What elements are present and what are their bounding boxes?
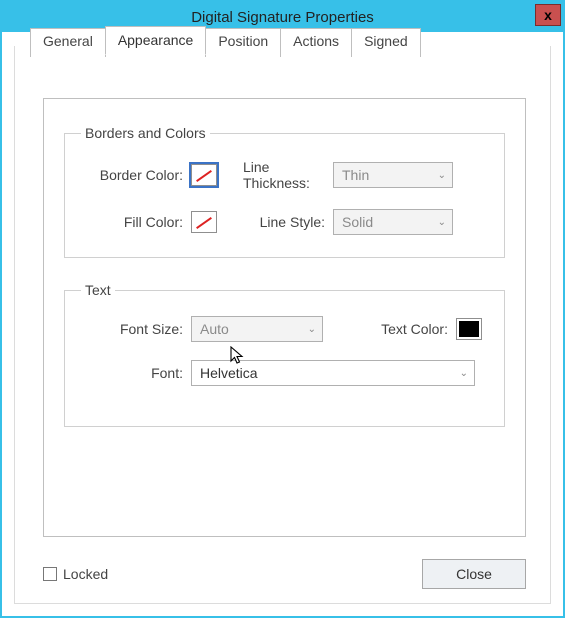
text-group: Text Font Size: Auto ⌄ Text Color: Font: [64, 282, 505, 427]
black-swatch-icon [459, 321, 479, 337]
close-icon: x [544, 7, 552, 23]
line-style-select[interactable]: Solid ⌄ [333, 209, 453, 235]
line-thickness-select[interactable]: Thin ⌄ [333, 162, 453, 188]
text-color-swatch[interactable] [456, 318, 482, 340]
row-fill-color: Fill Color: Line Style: Solid ⌄ [81, 209, 488, 235]
tab-row: General Appearance Position Actions Sign… [30, 26, 420, 55]
checkbox-box-icon [43, 567, 57, 581]
tab-position[interactable]: Position [205, 28, 281, 57]
font-select[interactable]: Helvetica ⌄ [191, 360, 475, 386]
text-color-label: Text Color: [381, 321, 456, 337]
group-legend: Borders and Colors [81, 125, 210, 141]
close-button[interactable]: Close [422, 559, 526, 589]
chevron-down-icon: ⌄ [438, 170, 446, 181]
tab-signed[interactable]: Signed [351, 28, 421, 57]
chevron-down-icon: ⌄ [460, 368, 468, 379]
select-value: Thin [342, 167, 369, 183]
locked-checkbox[interactable]: Locked [43, 566, 108, 582]
window-close-button[interactable]: x [535, 4, 561, 26]
borders-and-colors-group: Borders and Colors Border Color: Line Th… [64, 125, 505, 258]
locked-label: Locked [63, 566, 108, 582]
window-title: Digital Signature Properties [191, 9, 374, 26]
fill-color-label: Fill Color: [81, 214, 191, 230]
tab-label: Signed [364, 33, 408, 49]
select-value: Solid [342, 214, 373, 230]
client-area: Borders and Colors Border Color: Line Th… [14, 46, 551, 604]
line-style-label: Line Style: [223, 214, 333, 230]
row-font: Font: Helvetica ⌄ [81, 360, 488, 386]
group-legend: Text [81, 282, 115, 298]
chevron-down-icon: ⌄ [308, 324, 316, 335]
button-label: Close [456, 566, 492, 582]
row-font-size: Font Size: Auto ⌄ Text Color: [81, 316, 488, 342]
border-color-swatch[interactable] [191, 164, 217, 186]
no-color-icon [194, 214, 214, 230]
fill-color-swatch[interactable] [191, 211, 217, 233]
tab-general[interactable]: General [30, 28, 106, 57]
tab-label: Actions [293, 33, 339, 49]
tab-label: General [43, 33, 93, 49]
dialog-window: Digital Signature Properties x General A… [0, 0, 565, 618]
row-border-color: Border Color: Line Thickness: Thin ⌄ [81, 159, 488, 191]
line-thickness-label: Line Thickness: [223, 159, 333, 191]
select-value: Auto [200, 321, 229, 337]
tab-label: Position [218, 33, 268, 49]
font-size-label: Font Size: [81, 321, 191, 337]
font-size-select[interactable]: Auto ⌄ [191, 316, 323, 342]
font-label: Font: [81, 365, 191, 381]
tab-actions[interactable]: Actions [280, 28, 352, 57]
chevron-down-icon: ⌄ [438, 217, 446, 228]
appearance-panel: Borders and Colors Border Color: Line Th… [43, 98, 526, 537]
select-value: Helvetica [200, 365, 258, 381]
border-color-label: Border Color: [81, 167, 191, 183]
tab-appearance[interactable]: Appearance [105, 26, 207, 55]
dialog-footer: Locked Close [43, 559, 526, 589]
no-color-icon [194, 167, 214, 183]
tab-label: Appearance [118, 32, 194, 48]
